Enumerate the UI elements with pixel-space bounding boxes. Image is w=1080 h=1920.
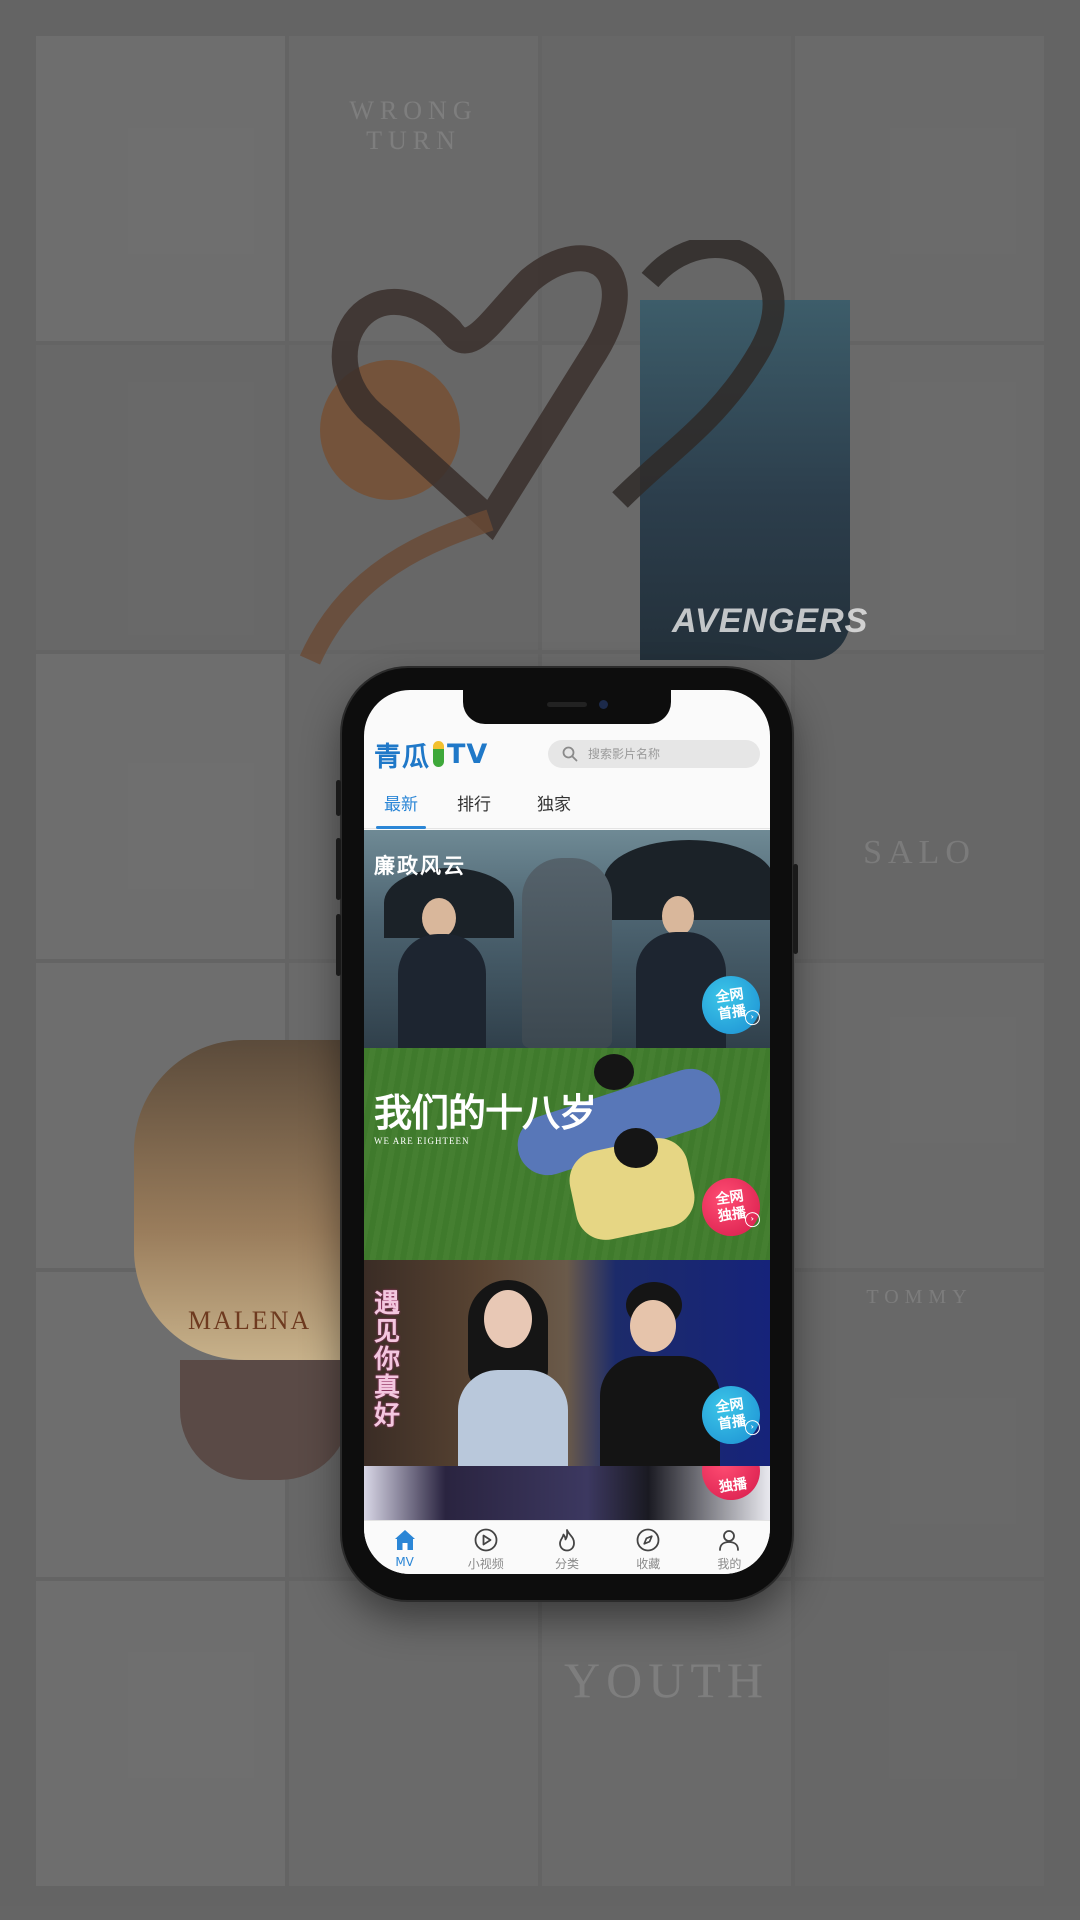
collage-malena-text: MALENA <box>188 1306 312 1335</box>
phone-screen: 青瓜 TV 最新 排行 独家 <box>364 690 770 1574</box>
phone-volume-down <box>336 914 341 976</box>
phone-mute-switch <box>336 780 341 816</box>
nav-item-favorites[interactable]: 收藏 <box>608 1521 689 1574</box>
banner-card[interactable]: 遇见你真好 全网 首播 › <box>364 1260 770 1466</box>
bottom-navigation: MV 小视频 分类 收藏 我的 <box>364 1520 770 1574</box>
banner-title: 我们的十八岁 <box>374 1090 597 1135</box>
compass-icon <box>636 1528 660 1552</box>
actor-head <box>422 898 456 938</box>
actor-head <box>594 1054 634 1090</box>
tab-ranking[interactable]: 排行 <box>454 790 494 828</box>
app-logo[interactable]: 青瓜 TV <box>374 734 488 774</box>
badge-line: 首播 <box>717 1003 748 1023</box>
exclusive-badge: 独播 <box>698 1466 764 1504</box>
phone-mockup: 青瓜 TV 最新 排行 独家 <box>336 668 798 1600</box>
nav-label: 收藏 <box>636 1557 661 1571</box>
banner-title: 遇见你真好 <box>374 1289 401 1431</box>
actor-head <box>662 896 694 936</box>
speaker-grille <box>547 702 587 707</box>
nav-label: 分类 <box>555 1557 580 1571</box>
badge-line: 独播 <box>718 1475 748 1496</box>
tab-exclusive[interactable]: 独家 <box>534 790 574 828</box>
logo-text-tv: TV <box>447 738 489 770</box>
phone-power-button <box>793 864 798 954</box>
badge-line: 独播 <box>717 1205 748 1225</box>
actor-outfit <box>458 1370 568 1466</box>
banner-card[interactable]: 我们的十八岁 WE ARE EIGHTEEN 全网 独播 › <box>364 1048 770 1260</box>
tab-label: 独家 <box>537 795 571 815</box>
nav-label: 小视频 <box>467 1557 504 1571</box>
front-camera <box>599 700 608 709</box>
flame-icon <box>559 1529 575 1552</box>
banner-subtitle: WE ARE EIGHTEEN <box>374 1136 470 1146</box>
nav-item-category[interactable]: 分类 <box>526 1521 607 1574</box>
phone-notch <box>463 690 671 724</box>
actor-head <box>614 1128 658 1168</box>
nav-label: 我的 <box>717 1557 742 1571</box>
nav-item-profile[interactable]: 我的 <box>689 1521 770 1574</box>
play-circle-icon <box>474 1528 498 1552</box>
arrow-right-icon: › <box>743 1009 761 1027</box>
search-input[interactable] <box>586 746 740 762</box>
category-tabs: 最新 排行 独家 <box>364 790 770 829</box>
banner-card[interactable]: 独播 <box>364 1466 770 1520</box>
actor-head <box>484 1290 532 1348</box>
tab-label: 排行 <box>457 795 491 815</box>
badge-line: 首播 <box>717 1413 748 1433</box>
user-icon <box>719 1530 740 1551</box>
app-header: 青瓜 TV <box>364 734 770 778</box>
exclusive-badge: 全网 独播 › <box>698 1174 764 1240</box>
search-icon <box>562 746 578 762</box>
search-bar[interactable] <box>548 740 760 768</box>
statue-figure <box>522 858 612 1048</box>
actor-suit <box>398 934 486 1048</box>
melon-seed-icon <box>433 741 444 767</box>
video-feed: 廉政风云 全网 首播 › 我们的十八岁 WE ARE EIGHTEEN 全网 独… <box>364 830 770 1520</box>
arrow-right-icon: › <box>743 1211 761 1229</box>
actor-head <box>630 1300 676 1352</box>
banner-title: 廉政风云 <box>374 854 466 878</box>
nav-item-short-video[interactable]: 小视频 <box>445 1521 526 1574</box>
tab-label: 最新 <box>384 795 418 815</box>
home-icon <box>394 1530 415 1550</box>
banner-card[interactable]: 廉政风云 全网 首播 › <box>364 830 770 1048</box>
logo-text-cn: 青瓜 <box>374 741 430 773</box>
phone-volume-up <box>336 838 341 900</box>
nav-label: MV <box>395 1555 414 1569</box>
tab-latest[interactable]: 最新 <box>376 790 426 829</box>
collage-portrait-panel <box>180 1360 350 1480</box>
nav-item-mv[interactable]: MV <box>364 1521 445 1574</box>
arrow-right-icon: › <box>743 1419 761 1437</box>
